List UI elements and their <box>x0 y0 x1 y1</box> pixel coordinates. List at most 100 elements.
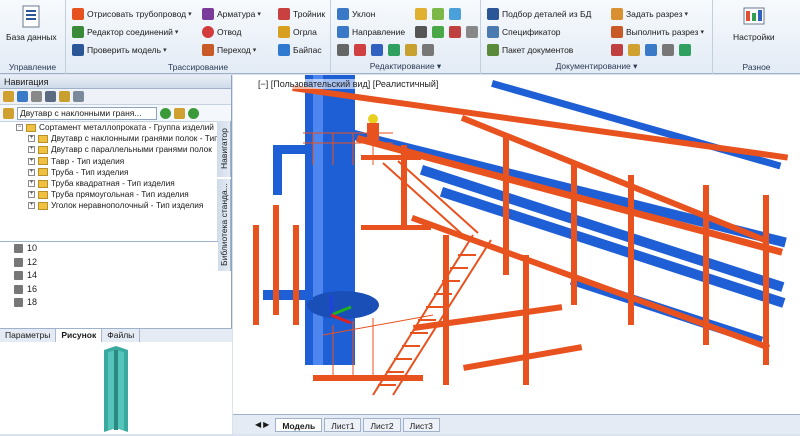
list-item[interactable]: 12 <box>0 256 218 270</box>
expand-icon[interactable]: + <box>28 157 35 165</box>
tool-icon[interactable] <box>432 7 444 20</box>
tree-item[interactable]: + Уголок неравнополочный - Тип изделия <box>28 200 231 211</box>
tab-navigator[interactable]: Навигатор <box>217 121 231 177</box>
tree-item[interactable]: − Сортамент металлопроката - Группа издел… <box>16 122 231 133</box>
valve-icon <box>202 7 214 20</box>
nav-next-icon[interactable]: ▶ <box>263 420 269 429</box>
list-item[interactable]: 14 <box>0 269 218 283</box>
tool-icon[interactable] <box>466 25 478 38</box>
forward-icon[interactable] <box>31 91 42 102</box>
refresh-icon[interactable] <box>188 107 199 119</box>
tab-parameters[interactable]: Параметры <box>0 329 57 342</box>
list-item[interactable]: 10 <box>0 242 218 256</box>
armatura-button[interactable]: Арматура ▾ <box>202 6 261 21</box>
doc-tools-row <box>611 42 694 57</box>
tab-model[interactable]: Модель <box>275 417 323 432</box>
tree-item[interactable]: + Труба прямоугольная - Тип изделия <box>28 189 231 200</box>
ograda-button[interactable]: Огрла <box>278 24 317 39</box>
otvod-button[interactable]: Отвод <box>202 24 241 39</box>
tree-item[interactable]: + Двутавр с наклонными гранями полок - Ти… <box>28 133 231 144</box>
list-item[interactable]: 18 <box>0 296 218 310</box>
database-label: База данных <box>6 32 57 42</box>
go-icon[interactable] <box>160 107 171 119</box>
tree-item[interactable]: + Труба квадратная - Тип изделия <box>28 178 231 189</box>
tee-button[interactable]: Тройник <box>278 6 325 21</box>
edit-tools-row3 <box>337 42 437 57</box>
tool-icon[interactable] <box>388 43 400 56</box>
bypass-button[interactable]: Байпас <box>278 42 322 57</box>
category-combo[interactable]: Двутавр с наклонными граня... <box>17 106 157 120</box>
expand-icon[interactable]: + <box>28 202 35 210</box>
collapse-icon[interactable]: − <box>16 124 23 132</box>
tool-icon[interactable] <box>415 7 427 20</box>
tool-icon[interactable] <box>628 43 640 56</box>
tool-icon[interactable] <box>679 43 691 56</box>
folder-icon[interactable] <box>3 91 14 102</box>
sheet-tabs: ◀ ▶ Модель Лист1 Лист2 Лист3 <box>233 414 800 434</box>
pipe <box>273 145 282 195</box>
folder-up-icon[interactable] <box>174 107 185 119</box>
tool-icon[interactable] <box>371 43 383 56</box>
list-item[interactable]: 16 <box>0 283 218 297</box>
tool-icon[interactable] <box>449 7 461 20</box>
group-documentation: Подбор деталей из БД Задать разрез ▾ Спец… <box>481 0 713 74</box>
expand-icon[interactable]: + <box>28 135 35 143</box>
tool-icon[interactable] <box>645 43 657 56</box>
expand-icon[interactable]: + <box>28 146 35 154</box>
binoculars-icon[interactable] <box>59 91 70 102</box>
conn-editor-button[interactable]: Редактор соединений ▾ <box>72 24 178 39</box>
worker-figure <box>368 114 378 124</box>
tool-icon[interactable] <box>337 43 349 56</box>
tool-icon[interactable] <box>611 43 623 56</box>
select-parts-button[interactable]: Подбор деталей из БД <box>487 6 591 21</box>
profile-icon <box>14 284 23 294</box>
doc-package-button[interactable]: Пакет документов <box>487 42 573 57</box>
nav-first-icon[interactable]: ◀ <box>255 420 261 429</box>
expand-icon[interactable]: + <box>28 180 35 188</box>
database-icon <box>22 5 40 28</box>
view-icon[interactable] <box>45 91 56 102</box>
tab-sheet2[interactable]: Лист2 <box>363 417 401 432</box>
model-viewport[interactable] <box>233 75 800 414</box>
tool-icon[interactable] <box>354 43 366 56</box>
slope-button[interactable]: Уклон <box>337 6 375 21</box>
tab-library[interactable]: Библиотека станда... <box>217 179 231 271</box>
back-icon[interactable] <box>17 91 28 102</box>
tool-icon[interactable] <box>415 25 427 38</box>
database-button[interactable]: База данных <box>6 4 57 42</box>
check-model-button[interactable]: Проверить модель ▾ <box>72 42 167 57</box>
filter-icon[interactable] <box>73 91 84 102</box>
tool-icon[interactable] <box>432 25 444 38</box>
direction-button[interactable]: Направление <box>337 24 405 39</box>
tool-icon[interactable] <box>662 43 674 56</box>
folder-icon <box>38 168 48 177</box>
perehod-button[interactable]: Переход ▾ <box>202 42 256 57</box>
folder-icon <box>38 190 48 199</box>
viewport-label[interactable]: [−] [Пользовательский вид] [Реалистичный… <box>258 79 439 89</box>
set-section-button[interactable]: Задать разрез ▾ <box>611 6 688 21</box>
specifier-button[interactable]: Спецификатор <box>487 24 561 39</box>
tab-files[interactable]: Файлы <box>102 329 141 342</box>
tree-item[interactable]: + Двутавр с параллельными гранями полок <box>28 144 231 155</box>
run-section-icon <box>611 25 623 38</box>
group-label-misc: Разное <box>742 62 771 72</box>
edit-tools-row2 <box>415 24 481 39</box>
group-label-documentation: Документирование ▾ <box>555 61 638 71</box>
tree-item[interactable]: + Труба - Тип изделия <box>28 167 231 178</box>
tab-sheet3[interactable]: Лист3 <box>402 417 440 432</box>
folder-icon <box>38 134 48 143</box>
run-section-button[interactable]: Выполнить разрез ▾ <box>611 24 704 39</box>
tree-item[interactable]: + Тавр - Тип изделия <box>28 156 231 167</box>
settings-button[interactable]: Настройки <box>733 4 775 42</box>
tool-icon[interactable] <box>422 43 434 56</box>
profile-icon <box>14 257 23 267</box>
tool-icon[interactable] <box>449 25 461 38</box>
direction-icon <box>337 25 349 38</box>
expand-icon[interactable]: + <box>28 191 35 199</box>
tab-sheet1[interactable]: Лист1 <box>324 417 362 432</box>
tab-picture[interactable]: Рисунок <box>56 329 103 342</box>
picture-preview <box>0 342 232 434</box>
expand-icon[interactable]: + <box>28 168 35 176</box>
draw-pipe-button[interactable]: Отрисовать трубопровод ▾ <box>72 6 192 21</box>
tool-icon[interactable] <box>405 43 417 56</box>
